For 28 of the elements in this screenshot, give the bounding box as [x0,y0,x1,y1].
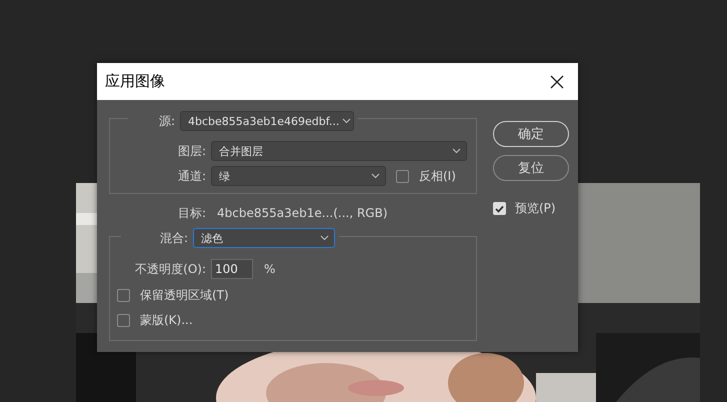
field-label: 源: [158,112,175,130]
layer-dropdown[interactable]: 合并图层 [211,141,467,161]
reset-button[interactable]: 复位 [493,155,569,181]
field-label: 不透明度(O): [134,260,206,278]
field-label: 图层: [176,142,206,160]
checkbox-label[interactable]: 反相(I) [419,168,456,184]
unit-label: % [264,262,276,276]
chevron-icon [320,235,329,241]
field-label: 混合: [158,230,188,246]
window-title: 应用图像 [105,72,165,91]
source-dropdown[interactable]: 4bcbe855a3eb1e469edbf... [180,111,354,131]
chevron-icon [342,118,352,124]
checkbox-label[interactable]: 保留透明区域(T) [140,287,229,304]
field-label: 通道: [176,168,206,184]
close-icon[interactable] [550,74,564,88]
field-label: 目标: [176,204,206,222]
chevron-icon [452,148,461,154]
checkbox[interactable] [117,289,130,302]
checkbox-label[interactable]: 预览(P) [515,200,556,217]
checkbox-label[interactable]: 蒙版(K)... [140,312,193,329]
chevron-icon [371,173,380,179]
opacity-field[interactable]: 100 [211,259,253,279]
checkbox[interactable] [117,314,130,327]
ok-button[interactable]: 确定 [493,121,569,147]
target-value: 4bcbe855a3eb1e...(..., RGB) [217,206,388,220]
checkbox[interactable] [396,170,409,182]
channel-dropdown[interactable]: 绿 [211,166,386,186]
blending-dropdown[interactable]: 滤色 [193,228,335,248]
